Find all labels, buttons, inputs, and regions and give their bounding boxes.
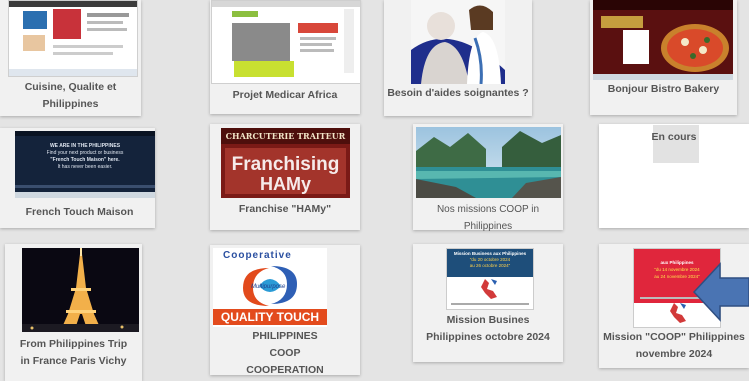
card-thumbnail-aides: [411, 0, 505, 84]
card-thumbnail-coop: [416, 127, 561, 198]
thumb-logo-mid: Multipurpose: [251, 284, 286, 290]
thumb-word: Franchising: [231, 154, 340, 175]
card-label[interactable]: French Touch Maison: [2, 204, 157, 221]
card-label[interactable]: Bonjour Bistro Bakery: [590, 81, 737, 98]
card-label[interactable]: Projet Medicar Africa: [210, 87, 360, 104]
card-thumbnail-hamy: CHARCUTERIE TRAITEUR Franchising HAMy: [221, 128, 350, 198]
card-en-cours[interactable]: En cours: [599, 124, 749, 228]
card-label[interactable]: Besoin d'aides soignantes ?: [384, 85, 532, 102]
thumb-heading: WE ARE IN THE PHILIPPINES: [49, 143, 121, 149]
card-bistro-bakery[interactable]: Bonjour Bistro Bakery: [590, 0, 737, 115]
thumb-line: "French Touch Maison" here.: [50, 157, 120, 163]
card-label[interactable]: Cuisine, Qualite et Philippines: [0, 79, 141, 113]
card-label[interactable]: From Philippines Trip in France Paris Vi…: [5, 336, 142, 370]
card-label[interactable]: PHILIPPINES COOP COOPERATION: [210, 328, 360, 379]
card-philippines-coop[interactable]: Cooperative Multipurpose QUALITY TOUCH P…: [210, 245, 360, 376]
thumb-sign: CHARCUTERIE TRAITEUR: [225, 131, 346, 141]
thumb-line: au 26 octobre 2024": [469, 263, 511, 268]
thumb-logo-bottom: QUALITY TOUCH: [213, 309, 327, 325]
card-label[interactable]: Franchise "HAMy": [210, 201, 360, 218]
card-thumbnail-octobre: Mission Business aux Philippines "du 20 …: [446, 248, 534, 310]
card-label[interactable]: Mission "COOP" Philippines novembre 2024: [599, 329, 749, 363]
card-thumbnail-quality-touch: Cooperative Multipurpose QUALITY TOUCH: [213, 248, 327, 327]
thumb-logo-top: Cooperative: [223, 250, 292, 261]
card-paris-vichy[interactable]: From Philippines Trip in France Paris Vi…: [5, 244, 142, 381]
thumb-word: HAMy: [259, 174, 311, 194]
card-missions-coop[interactable]: Nos missions COOP in Philippines: [413, 124, 563, 232]
card-label[interactable]: En cours: [599, 129, 749, 146]
card-label[interactable]: Mission Busines Philippines octobre 2024: [413, 312, 563, 346]
card-thumbnail-cuisine: [8, 0, 138, 77]
card-medicar-africa[interactable]: Projet Medicar Africa: [210, 0, 361, 114]
thumb-line: It has never been easier.: [57, 164, 113, 170]
card-label[interactable]: Nos missions COOP in Philippines: [413, 201, 563, 235]
card-cuisine-qualite[interactable]: Cuisine, Qualite et Philippines: [0, 0, 141, 116]
card-mission-octobre[interactable]: Mission Business aux Philippines "du 20 …: [413, 244, 563, 362]
card-french-touch[interactable]: WE ARE IN THE PHILIPPINES Find your next…: [0, 128, 155, 228]
card-thumbnail-bistro: [593, 0, 733, 80]
card-thumbnail-eiffel: [22, 248, 139, 332]
card-thumbnail-medicar: [211, 0, 361, 84]
left-arrow-icon: [692, 262, 749, 322]
card-franchise-hamy[interactable]: CHARCUTERIE TRAITEUR Franchising HAMy Fr…: [210, 124, 360, 230]
card-aides-soignantes[interactable]: Besoin d'aides soignantes ?: [384, 0, 532, 116]
thumb-line: Find your next product or business: [46, 150, 124, 156]
card-thumbnail-french-touch: WE ARE IN THE PHILIPPINES Find your next…: [15, 131, 155, 198]
